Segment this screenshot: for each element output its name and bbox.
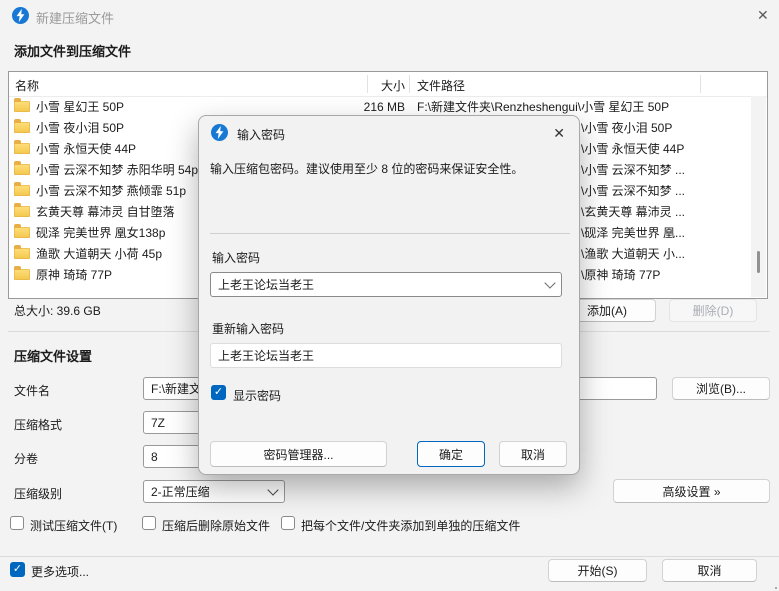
- chevron-down-icon: [544, 276, 556, 289]
- folder-icon: [14, 182, 30, 196]
- ok-button-label: 确定: [438, 447, 463, 462]
- password-manager-button[interactable]: 密码管理器...: [210, 441, 387, 467]
- file-path: \小雪 云深不知梦 ...: [581, 163, 686, 177]
- cancel-button[interactable]: 取消: [662, 559, 757, 582]
- dialog-cancel-button[interactable]: 取消: [499, 441, 567, 467]
- folder-icon: [14, 203, 30, 217]
- volume-label: 分卷: [14, 452, 39, 466]
- password-manager-label: 密码管理器...: [263, 447, 334, 462]
- password-value: 上老王论坛当老王: [218, 278, 315, 292]
- level-select[interactable]: 2-正常压缩: [143, 480, 285, 503]
- divider: [0, 556, 779, 557]
- column-header-name[interactable]: 名称: [15, 77, 39, 94]
- dialog-close-icon[interactable]: ✕: [553, 125, 565, 142]
- format-label: 压缩格式: [14, 418, 63, 432]
- window-title: 新建压缩文件: [36, 11, 115, 26]
- confirm-password-label: 重新输入密码: [212, 322, 285, 336]
- table-scrollbar-thumb[interactable]: [757, 251, 760, 273]
- file-table-header: 名称 大小 文件路径: [9, 72, 767, 97]
- start-button[interactable]: 开始(S): [548, 559, 647, 582]
- advanced-settings-button[interactable]: 高级设置 »: [613, 479, 770, 503]
- password-combobox[interactable]: 上老王论坛当老王: [210, 272, 562, 297]
- window-close-icon[interactable]: ✕: [757, 7, 769, 24]
- level-value: 2-正常压缩: [151, 485, 210, 499]
- file-name: 原神 琦琦 77P: [36, 268, 113, 282]
- filename-label: 文件名: [14, 384, 51, 398]
- file-path: \渔歌 大道朝天 小...: [581, 247, 686, 261]
- separate-archives-label: 把每个文件/文件夹添加到单独的压缩文件: [301, 519, 521, 533]
- level-label: 压缩级别: [14, 487, 63, 501]
- column-divider[interactable]: [367, 75, 368, 93]
- file-name: 小雪 夜小泪 50P: [36, 121, 125, 135]
- file-path: F:\新建文件夹\Renzheshengui\小雪 星幻王 50P: [417, 100, 670, 114]
- ok-button[interactable]: 确定: [417, 441, 485, 467]
- delete-button[interactable]: 删除(D): [669, 299, 757, 322]
- confirm-password-value: 上老王论坛当老王: [218, 349, 315, 363]
- dialog-title: 输入密码: [237, 128, 286, 142]
- chevron-down-icon: [267, 483, 279, 496]
- column-divider[interactable]: [700, 75, 701, 93]
- folder-icon: [14, 266, 30, 280]
- folder-icon: [14, 98, 30, 112]
- more-options-label: 更多选项...: [31, 565, 90, 579]
- table-scrollbar[interactable]: [751, 96, 766, 297]
- separate-archives-checkbox[interactable]: [281, 516, 295, 530]
- dialog-cancel-label: 取消: [520, 447, 545, 462]
- folder-icon: [14, 119, 30, 133]
- folder-icon: [14, 224, 30, 238]
- delete-button-label: 删除(D): [692, 304, 734, 318]
- dialog-divider: [210, 233, 570, 234]
- advanced-settings-label: 高级设置 »: [662, 484, 721, 499]
- format-value: 7Z: [151, 415, 166, 430]
- dialog-app-icon: [211, 124, 228, 141]
- file-name: 玄黄天尊 幕沛灵 自甘堕落: [36, 205, 175, 219]
- test-archive-checkbox[interactable]: [10, 516, 24, 530]
- table-row[interactable]: 小雪 星幻王 50P 216 MB F:\新建文件夹\Renzheshengui\小…: [9, 96, 753, 117]
- delete-original-checkbox[interactable]: [142, 516, 156, 530]
- file-path: \原神 琦琦 77P: [581, 268, 661, 282]
- file-name: 砚泽 完美世界 凰女138p: [36, 226, 166, 240]
- file-path: \砚泽 完美世界 凰...: [581, 226, 686, 240]
- add-button-label: 添加(A): [587, 304, 627, 318]
- section-add-files-title: 添加文件到压缩文件: [14, 44, 132, 59]
- password-dialog: 输入密码 ✕ 输入压缩包密码。建议使用至少 8 位的密码来保证安全性。 输入密码…: [198, 115, 580, 475]
- show-password-label: 显示密码: [233, 389, 282, 403]
- folder-icon: [14, 161, 30, 175]
- file-path: \小雪 云深不知梦 ...: [581, 184, 686, 198]
- section-archive-settings-title: 压缩文件设置: [14, 349, 93, 364]
- filename-value: F:\新建文: [151, 382, 201, 396]
- delete-original-label: 压缩后删除原始文件: [162, 519, 271, 533]
- start-button-label: 开始(S): [577, 564, 618, 578]
- column-divider[interactable]: [409, 75, 410, 93]
- app-icon: [12, 7, 29, 24]
- total-size-label: 总大小: 39.6 GB: [14, 304, 101, 318]
- test-archive-label: 测试压缩文件(T): [30, 519, 118, 533]
- dialog-description: 输入压缩包密码。建议使用至少 8 位的密码来保证安全性。: [210, 162, 524, 176]
- file-name: 小雪 云深不知梦 燕倾霏 51p: [36, 184, 187, 198]
- browse-button-label: 浏览(B)...: [696, 382, 746, 396]
- file-path: \玄黄天尊 幕沛灵 ...: [581, 205, 686, 219]
- column-header-path[interactable]: 文件路径: [417, 77, 465, 94]
- show-password-checkbox[interactable]: ✓: [211, 385, 226, 400]
- file-name: 小雪 云深不知梦 赤阳华明 54p: [36, 163, 199, 177]
- file-size: 216 MB: [363, 99, 405, 114]
- check-icon: ✓: [213, 386, 224, 398]
- resize-grip[interactable]: [771, 583, 773, 585]
- check-icon: ✓: [12, 563, 23, 575]
- file-name: 小雪 永恒天使 44P: [36, 142, 137, 156]
- file-path: \小雪 永恒天使 44P: [581, 142, 685, 156]
- file-path: \小雪 夜小泪 50P: [581, 121, 673, 135]
- folder-icon: [14, 140, 30, 154]
- more-options-checkbox[interactable]: ✓: [10, 562, 25, 577]
- password-label: 输入密码: [212, 251, 261, 265]
- browse-button[interactable]: 浏览(B)...: [672, 377, 770, 400]
- folder-icon: [14, 245, 30, 259]
- column-header-size[interactable]: 大小: [339, 77, 405, 94]
- file-name: 小雪 星幻王 50P: [36, 100, 125, 114]
- volume-value: 8: [151, 449, 158, 464]
- title-bar: 新建压缩文件 ✕: [0, 0, 779, 30]
- cancel-button-label: 取消: [697, 564, 722, 578]
- confirm-password-field[interactable]: 上老王论坛当老王: [210, 343, 562, 368]
- file-name: 渔歌 大道朝天 小荷 45p: [36, 247, 163, 261]
